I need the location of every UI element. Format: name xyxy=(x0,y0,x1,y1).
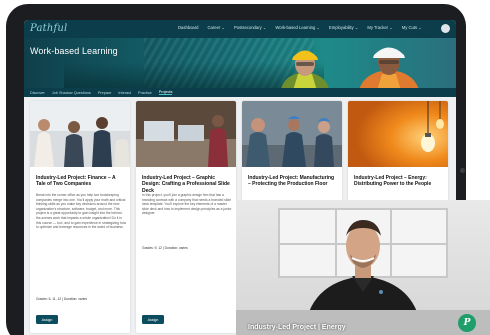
page-title: Work-based Learning xyxy=(30,46,118,56)
project-card-finance[interactable]: Industry-Led Project: Finance – A Tale o… xyxy=(30,101,130,333)
nav-item-my-cuts[interactable]: My Cuts ⌄ xyxy=(402,25,422,30)
energy-card-image xyxy=(348,101,448,167)
card-title: Industry-Led Project – Graphic Design: C… xyxy=(142,175,230,194)
tab-prepare[interactable]: Prepare xyxy=(98,91,112,95)
pathful-badge-icon: P xyxy=(458,314,476,332)
project-card-graphic-design[interactable]: Industry-Led Project – Graphic Design: C… xyxy=(136,101,236,333)
tab-projects[interactable]: Projects xyxy=(158,90,173,95)
video-player[interactable]: Industry-Led Project | Energy P xyxy=(236,200,490,335)
nav-item-employability[interactable]: Employability ⌄ xyxy=(329,25,358,30)
worker-photo-male xyxy=(281,50,329,88)
tab-discover[interactable]: Discover xyxy=(30,91,45,95)
nav-links: Dashboard Career ⌄ Postsecondary ⌄ Work-… xyxy=(178,25,422,30)
card-description: In this project, you'll join a graphic d… xyxy=(142,193,232,216)
top-nav: Pathful Dashboard Career ⌄ Postsecondary… xyxy=(24,20,456,38)
nav-item-career[interactable]: Career ⌄ xyxy=(208,25,225,30)
video-caption: Industry-Led Project | Energy xyxy=(248,324,346,331)
assign-button[interactable]: Assign xyxy=(142,315,164,324)
tab-job-shadow-questions[interactable]: Job Shadow Questions xyxy=(52,91,91,95)
nav-item-dashboard[interactable]: Dashboard xyxy=(178,25,199,30)
card-title: Industry-Led Project – Energy: Distribut… xyxy=(354,175,432,188)
manufacturing-card-image xyxy=(242,101,342,167)
pathful-logo[interactable]: Pathful xyxy=(30,23,67,34)
scene: Pathful Dashboard Career ⌄ Postsecondary… xyxy=(0,0,490,335)
tab-practice[interactable]: Practice xyxy=(138,91,152,95)
tab-interact[interactable]: Interact xyxy=(118,91,131,95)
card-title: Industry-Led Project: Finance – A Tale o… xyxy=(36,175,116,188)
nav-item-work-based-learning[interactable]: Work-based Learning ⌄ xyxy=(275,25,320,30)
card-title: Industry-Led Project: Manufacturing – Pr… xyxy=(248,175,335,188)
avatar[interactable] xyxy=(441,24,450,33)
design-card-image xyxy=(136,101,236,167)
worker-photo-female xyxy=(359,47,419,88)
card-description: Break into the corner office as you help… xyxy=(36,193,126,230)
card-grades-duration: Grades: 6, 11, 12 | Duration: varies xyxy=(36,297,88,301)
nav-item-postsecondary[interactable]: Postsecondary ⌄ xyxy=(234,25,266,30)
hero-banner: Work-based Learning xyxy=(24,38,456,88)
section-tabs: Discover Job Shadow Questions Prepare In… xyxy=(24,88,456,97)
assign-button[interactable]: Assign xyxy=(36,315,58,324)
video-desk xyxy=(236,310,490,335)
card-grades-duration: Grades: 9, 12 | Duration: varies xyxy=(142,246,188,250)
camera-dot xyxy=(460,168,465,173)
finance-card-image xyxy=(30,101,130,167)
nav-item-my-tracker[interactable]: My Tracker ⌄ xyxy=(367,25,392,30)
